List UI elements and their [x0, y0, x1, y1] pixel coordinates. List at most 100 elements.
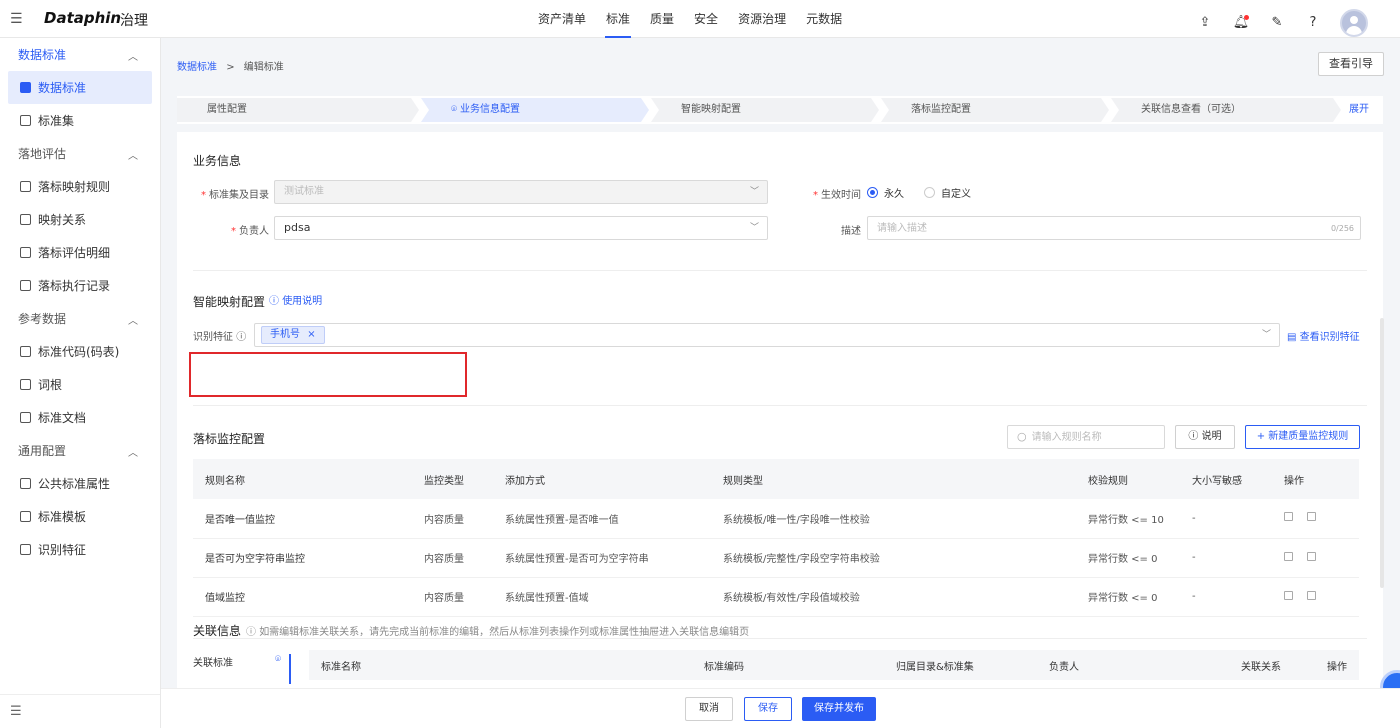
owner-select[interactable]: pdsa ﹀ — [274, 216, 768, 240]
sidebar-item-word-root[interactable]: 词根 — [0, 368, 160, 401]
sidebar-item-templates[interactable]: 标准模板 — [0, 500, 160, 533]
check-rule: 异常行数 <= 0 — [1076, 577, 1180, 617]
feature-tag[interactable]: 手机号 × — [261, 326, 325, 344]
column-header: 操作 — [1272, 459, 1359, 499]
sidebar-item-code-table[interactable]: 标准代码(码表) — [0, 335, 160, 368]
save-publish-button[interactable]: 保存并发布 — [802, 697, 876, 721]
usage-guide-link[interactable]: ⓘ 使用说明 — [269, 292, 322, 307]
catalog-label: * 标准集及目录 — [201, 190, 269, 201]
view-features-link[interactable]: ▤ 查看识别特征 — [1287, 328, 1360, 343]
topnav-item-quality[interactable]: 质量 — [640, 0, 684, 38]
sidebar-item-data-standard[interactable]: 数据标准 — [8, 71, 152, 104]
monitor-type: 内容质量 — [412, 577, 493, 617]
record-icon — [20, 280, 31, 291]
add-method: 系统属性预置-值域 — [493, 577, 711, 617]
sidebar-item-mapping-rules[interactable]: 落标映射规则 — [0, 170, 160, 203]
topnav-item-metadata[interactable]: 元数据 — [796, 0, 852, 38]
sidebar-item-evaluation-detail[interactable]: 落标评估明细 — [0, 236, 160, 269]
topnav-item-resource[interactable]: 资源治理 — [728, 0, 796, 38]
info-icon: ⓘ — [246, 627, 256, 638]
business-section-title: 业务信息 — [193, 154, 242, 168]
scrollbar[interactable] — [1380, 318, 1384, 588]
effect-time-label: * 生效时间 — [813, 190, 861, 201]
step-monitor-config[interactable]: 落标监控配置 — [881, 98, 1109, 122]
topnav-item-security[interactable]: 安全 — [684, 0, 728, 38]
sidebar-item-documents[interactable]: 标准文档 — [0, 401, 160, 434]
catalog-select[interactable]: 测试标准 ﹀ — [274, 180, 768, 204]
column-header: 关联关系 — [1229, 650, 1315, 680]
table-row: 值域监控 内容质量 系统属性预置-值域 系统模板/有效性/字段值域校验 异常行数… — [193, 577, 1359, 617]
checklist-icon — [20, 181, 31, 192]
new-rule-button[interactable]: + 新建质量监控规则 — [1245, 425, 1360, 449]
top-nav: 资产清单 标准 质量 安全 资源治理 元数据 — [528, 0, 852, 38]
row-actions — [1272, 538, 1359, 578]
edit-icon[interactable] — [1284, 551, 1293, 561]
case-sensitive: - — [1180, 577, 1272, 617]
chevron-down-icon: ﹀ — [749, 223, 759, 233]
feature-multiselect[interactable]: 手机号 × ﹀ — [254, 323, 1280, 347]
feature-icon — [20, 544, 31, 555]
chevron-down-icon: ﹀ — [1261, 330, 1271, 340]
avatar[interactable] — [1340, 9, 1368, 37]
topnav-item-assets[interactable]: 资产清单 — [528, 0, 596, 38]
folder-icon — [20, 115, 31, 126]
monitor-section-title: 落标监控配置 — [193, 432, 266, 446]
delete-icon[interactable] — [1307, 551, 1316, 561]
sidebar-group-evaluation[interactable]: 落地评估 ︿ — [0, 137, 160, 170]
column-header: 监控类型 — [412, 459, 493, 499]
relation-table: 标准名称 标准编码 归属目录&标准集 负责人 关联关系 操作 — [309, 650, 1359, 680]
sidebar-item-features[interactable]: 识别特征 — [0, 533, 160, 566]
highlight-box — [189, 352, 467, 397]
wrench-icon[interactable]: ✎ — [1268, 14, 1286, 32]
menu-icon[interactable]: ☰ — [10, 11, 23, 27]
sidebar-item-standard-set[interactable]: 标准集 — [0, 104, 160, 137]
monitor-type: 内容质量 — [412, 499, 493, 539]
case-sensitive: - — [1180, 499, 1272, 539]
bell-icon[interactable]: 🔔︎ — [1232, 14, 1250, 32]
delete-icon[interactable] — [1307, 590, 1316, 600]
relation-tab-standard[interactable]: 关联标准 ⌾ — [193, 654, 291, 684]
step-mapping-config[interactable]: 智能映射配置 — [651, 98, 879, 122]
sidebar-group-data-standard[interactable]: 数据标准 ︿ — [0, 38, 160, 71]
edit-icon[interactable] — [1284, 512, 1293, 522]
delete-icon[interactable] — [1307, 512, 1316, 522]
sidebar-item-mapping-relations[interactable]: 映射关系 — [0, 203, 160, 236]
rule-search-input[interactable]: ○ 请输入规则名称 — [1007, 425, 1165, 449]
description-textarea[interactable]: 请输入描述 0/256 — [867, 216, 1361, 240]
effect-custom-radio[interactable]: 自定义 — [924, 185, 971, 200]
help-circle-icon: ⓘ — [269, 296, 279, 307]
effect-permanent-radio[interactable]: 永久 — [867, 185, 904, 200]
step-attribute-config[interactable]: 属性配置 — [177, 98, 419, 122]
upload-icon[interactable]: ⇪ — [1196, 14, 1214, 32]
expand-link[interactable]: 展开 — [1349, 96, 1369, 124]
column-header: 规则类型 — [711, 459, 1076, 499]
code-table-icon — [20, 346, 31, 357]
divider — [193, 270, 1367, 271]
sidebar-footer: ☰ — [0, 694, 160, 728]
table-row: 是否唯一值监控 内容质量 系统属性预置-是否唯一值 系统模板/唯一性/字段唯一性… — [193, 499, 1359, 539]
sidebar-group-general[interactable]: 通用配置 ︿ — [0, 434, 160, 467]
edit-icon[interactable] — [1284, 590, 1293, 600]
sidebar-item-public-attributes[interactable]: 公共标准属性 — [0, 467, 160, 500]
step-relation-view[interactable]: 关联信息查看（可选） — [1111, 98, 1341, 122]
view-guide-button[interactable]: 查看引导 — [1318, 52, 1384, 76]
column-header: 标准名称 — [309, 650, 692, 680]
radio-checked-icon — [867, 187, 878, 198]
row-actions — [1272, 499, 1359, 539]
save-button[interactable]: 保存 — [744, 697, 792, 721]
collapse-sidebar-icon[interactable]: ☰ — [10, 704, 22, 719]
explain-button[interactable]: ⓘ 说明 — [1175, 425, 1235, 449]
sidebar-group-reference[interactable]: 参考数据 ︿ — [0, 302, 160, 335]
rule-name: 是否唯一值监控 — [193, 499, 412, 539]
step-business-config[interactable]: ⌾ 业务信息配置 — [421, 98, 649, 122]
table-header-row: 规则名称 监控类型 添加方式 规则类型 校验规则 大小写敏感 操作 — [193, 459, 1359, 499]
tag-close-icon[interactable]: × — [307, 329, 315, 340]
cancel-button[interactable]: 取消 — [685, 697, 733, 721]
info-icon: ⓘ — [236, 332, 247, 343]
help-icon[interactable]: ? — [1304, 14, 1322, 32]
divider — [193, 638, 1367, 639]
breadcrumb-parent[interactable]: 数据标准 — [177, 62, 217, 73]
sidebar-item-execution-records[interactable]: 落标执行记录 — [0, 269, 160, 302]
rule-type: 系统模板/唯一性/字段唯一性校验 — [711, 499, 1076, 539]
topnav-item-standard[interactable]: 标准 — [596, 0, 640, 38]
